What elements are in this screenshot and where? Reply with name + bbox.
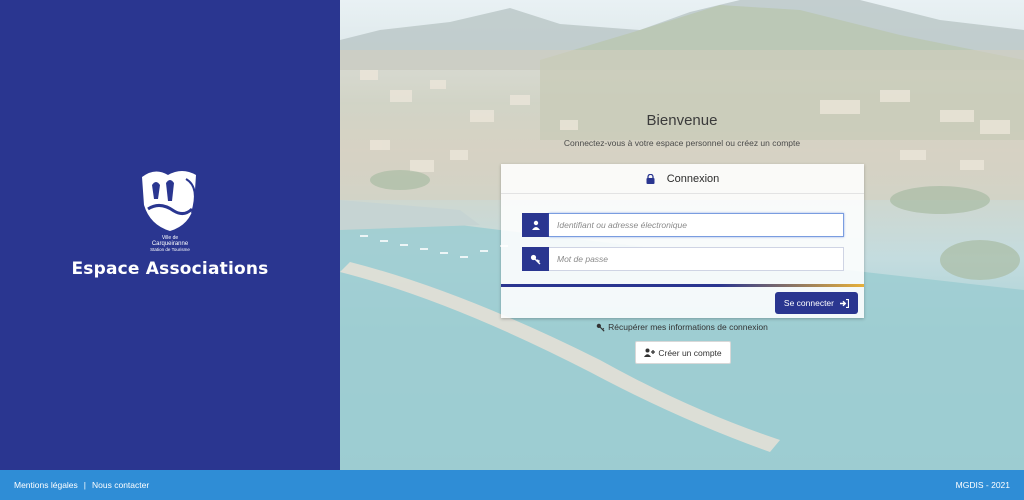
lock-icon (646, 173, 655, 184)
create-account-button[interactable]: Créer un compte (635, 341, 731, 364)
footer: Mentions légales | Nous contacter MGDIS … (0, 470, 1024, 500)
card-divider (501, 284, 864, 287)
footer-separator: | (83, 480, 87, 490)
username-field (522, 213, 844, 237)
sign-in-icon (840, 298, 849, 308)
key-icon (596, 323, 605, 332)
carqueiranne-logo: Ville de Carqueiranne Station de Tourism… (142, 171, 196, 252)
brand-block: Ville de Carqueiranne Station de Tourism… (0, 165, 340, 279)
recover-credentials-label: Récupérer mes informations de connexion (608, 322, 768, 332)
contact-link[interactable]: Nous contacter (92, 480, 149, 490)
login-card-header: Connexion (501, 164, 864, 194)
create-account-label: Créer un compte (658, 347, 722, 358)
legal-notice-link[interactable]: Mentions légales (14, 480, 78, 490)
user-icon (522, 213, 549, 237)
user-plus-icon (644, 348, 656, 357)
left-brand-panel: Ville de Carqueiranne Station de Tourism… (0, 0, 340, 470)
brand-title: Espace Associations (71, 259, 269, 279)
recover-credentials-link[interactable]: Récupérer mes informations de connexion (501, 322, 863, 332)
welcome-title: Bienvenue (646, 112, 718, 129)
key-icon (522, 247, 549, 271)
copyright: MGDIS - 2021 (955, 480, 1010, 490)
svg-text:Station de Tourisme: Station de Tourisme (150, 247, 190, 252)
login-card: Connexion Se connecter (501, 164, 864, 318)
login-heading: Connexion (666, 172, 720, 185)
password-field (522, 247, 844, 271)
password-input[interactable] (549, 247, 844, 271)
login-submit-label: Se connecter (783, 298, 834, 308)
username-input[interactable] (549, 213, 844, 237)
login-submit-button[interactable]: Se connecter (774, 292, 858, 314)
welcome-subtitle: Connectez-vous à votre espace personnel … (563, 138, 801, 148)
